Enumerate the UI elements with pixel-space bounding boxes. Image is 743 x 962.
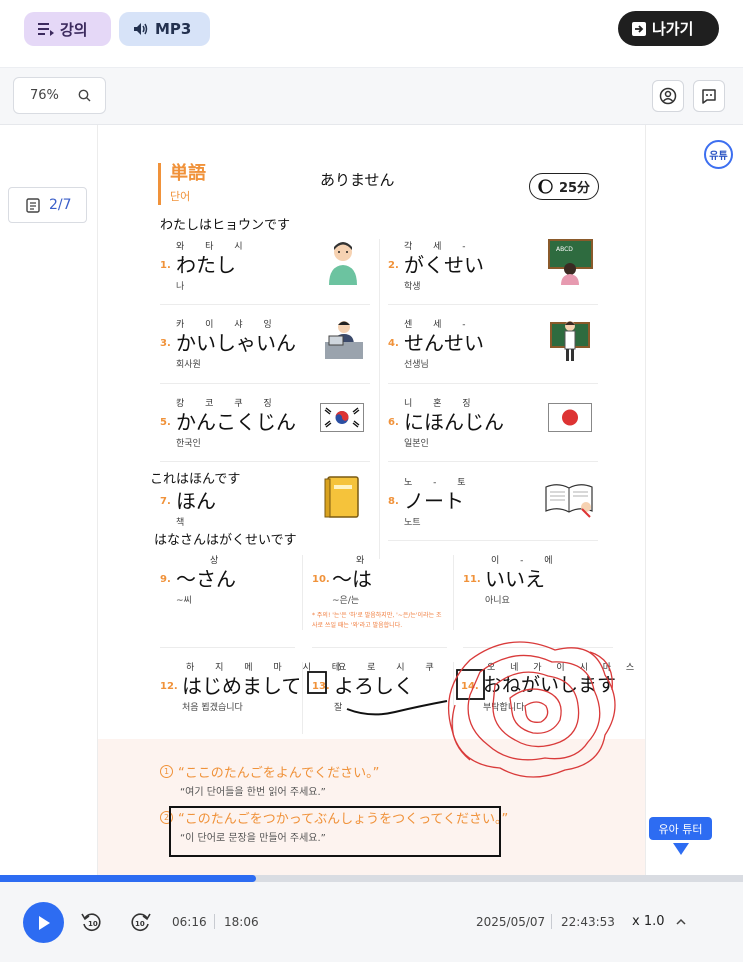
annotation-underline	[346, 700, 448, 716]
separator	[214, 914, 215, 929]
current-time: 06:16	[172, 915, 207, 929]
tutor-button[interactable]: 유아 튜터	[649, 817, 712, 840]
svg-text:10: 10	[88, 920, 98, 928]
clock-label: 22:43:53	[561, 915, 615, 929]
separator	[551, 914, 552, 929]
tutor-pointer-icon	[673, 843, 689, 855]
annotation-box-instruction	[169, 806, 501, 857]
audio-player: 10 10 06:16 18:06 2025/05/07 22:43:53 x …	[0, 882, 743, 962]
progress-bar[interactable]	[0, 875, 743, 882]
annotation-box-13	[307, 671, 327, 694]
date-label: 2025/05/07	[476, 915, 546, 929]
play-button[interactable]	[23, 902, 64, 943]
annotation-scribble	[448, 641, 616, 778]
svg-text:10: 10	[135, 920, 145, 928]
progress-fill	[0, 875, 257, 882]
forward-10-icon[interactable]: 10	[128, 910, 152, 934]
play-icon	[38, 915, 50, 930]
pen-annotation-layer	[169, 641, 616, 857]
rewind-10-icon[interactable]: 10	[80, 910, 104, 934]
total-time: 18:06	[224, 915, 259, 929]
chevron-up-icon[interactable]	[676, 918, 686, 926]
speed-control[interactable]: x 1.0	[632, 914, 665, 929]
